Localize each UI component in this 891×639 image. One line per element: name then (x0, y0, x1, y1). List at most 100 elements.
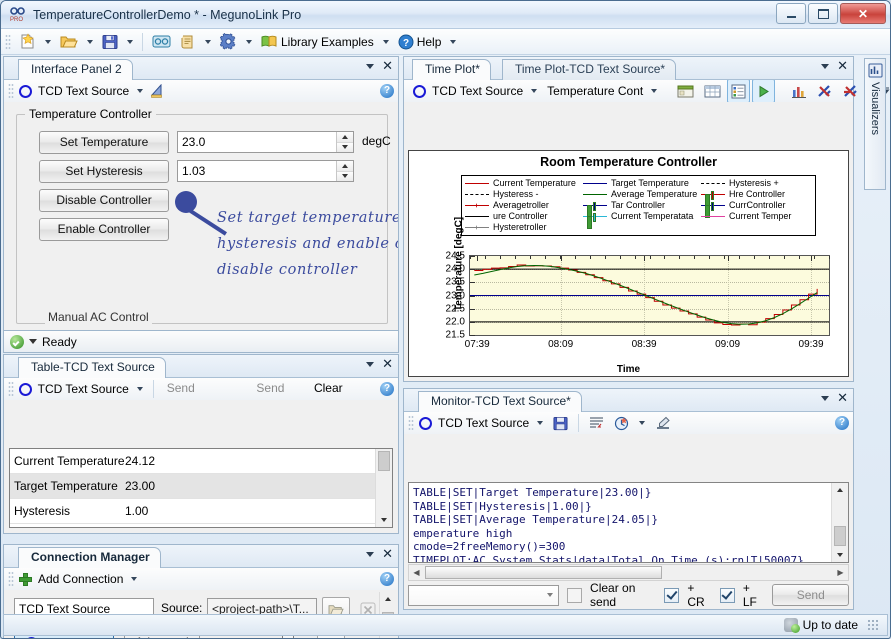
run-play-button[interactable] (752, 79, 775, 103)
connection-panel-close-icon[interactable]: ✕ (382, 548, 393, 560)
table-row[interactable]: Current Temperature 24.12 (10, 449, 392, 474)
panel-close-icon[interactable]: ✕ (382, 60, 393, 72)
table-panel-menu-icon[interactable] (366, 362, 374, 367)
set-hysteresis-button[interactable]: Set Hysteresis (39, 160, 169, 183)
table-row[interactable]: Target Temperature 23.00 (10, 474, 392, 499)
scroll-down-arrow-icon[interactable] (376, 513, 392, 527)
maximize-button[interactable] (808, 3, 838, 24)
report-caret[interactable] (205, 40, 211, 44)
help-button[interactable]: ? Help (394, 30, 446, 54)
monitor-log-text[interactable]: TABLE|SET|Target Temperature|23.00|} TAB… (408, 482, 849, 563)
table-help-icon[interactable]: ? (380, 382, 394, 396)
plot-properties-button[interactable] (673, 79, 698, 103)
status-menu-caret[interactable] (29, 339, 37, 344)
plot-series-caret[interactable] (651, 89, 657, 93)
clear-series-button[interactable] (813, 79, 837, 103)
temperature-spin-up[interactable] (337, 132, 353, 143)
scroll-left-arrow-icon[interactable]: ◀ (409, 565, 424, 580)
bar-chart-button[interactable] (787, 79, 811, 103)
connection-toolbar-grip[interactable] (8, 571, 14, 587)
monitor-toolbar-grip[interactable] (408, 415, 414, 431)
connection-help-icon[interactable]: ? (380, 572, 394, 586)
enable-controller-button[interactable]: Enable Controller (39, 218, 169, 241)
serial-monitor-button[interactable] (148, 30, 175, 54)
ruler-designer-icon[interactable] (149, 84, 165, 98)
series-list-button[interactable] (727, 79, 750, 103)
word-wrap-button[interactable] (585, 411, 608, 435)
open-project-caret[interactable] (87, 40, 93, 44)
temperature-spinner[interactable] (336, 132, 353, 152)
settings-button[interactable] (216, 30, 241, 54)
table-panel-close-icon[interactable]: ✕ (382, 358, 393, 370)
hysteresis-spinner[interactable] (336, 161, 353, 181)
chart-plot-area[interactable]: 21.522.022.523.023.524.024.5 07:3908:090… (469, 255, 830, 336)
temperature-input[interactable] (178, 134, 336, 150)
panel-menu-icon[interactable] (366, 64, 374, 69)
new-project-button[interactable] (15, 30, 40, 54)
clear-monitor-button[interactable] (651, 411, 675, 435)
settings-caret[interactable] (246, 40, 252, 44)
scrollbar-thumb[interactable] (834, 526, 846, 546)
send-combo-caret[interactable] (542, 593, 558, 597)
monitor-panel-close-icon[interactable]: ✕ (837, 392, 848, 404)
scroll-up-arrow-icon[interactable] (380, 592, 396, 606)
tab-connection-manager[interactable]: Connection Manager (18, 547, 161, 568)
table-toolbar-grip[interactable] (8, 381, 14, 397)
scroll-down-arrow-icon[interactable] (832, 548, 848, 562)
report-button[interactable] (176, 30, 200, 54)
clear-on-send-checkbox[interactable] (567, 588, 582, 603)
resize-grip-icon[interactable] (867, 619, 879, 631)
visualizers-tab[interactable]: Visualizers (864, 58, 886, 190)
table-vertical-scrollbar[interactable] (375, 449, 392, 527)
monitor-source-caret[interactable] (537, 421, 543, 425)
plot-series-selector[interactable]: Temperature Cont (547, 84, 643, 98)
help-caret[interactable] (450, 40, 456, 44)
monitor-horizontal-scrollbar[interactable]: ◀ ▶ (408, 564, 849, 581)
tab-monitor-tcd-text-source[interactable]: Monitor-TCD Text Source* (418, 391, 582, 412)
new-project-caret[interactable] (45, 40, 51, 44)
open-project-button[interactable] (56, 30, 82, 54)
help-icon[interactable]: ? (380, 84, 394, 98)
temperature-spin-down[interactable] (337, 143, 353, 153)
set-temperature-button[interactable]: Set Temperature (39, 131, 169, 154)
send-selected-button[interactable]: Send Selected (160, 378, 248, 400)
send-button[interactable]: Send (772, 584, 849, 606)
connection-panel-menu-icon[interactable] (366, 552, 374, 557)
panel-toolbar-grip[interactable] (8, 83, 14, 99)
disable-controller-button[interactable]: Disable Controller (39, 189, 169, 212)
lf-checkbox[interactable] (720, 588, 735, 603)
minimize-button[interactable] (776, 3, 806, 24)
scrollbar-thumb[interactable] (378, 451, 390, 471)
add-connection-label[interactable]: Add Connection (38, 572, 123, 586)
table-source-caret[interactable] (137, 387, 143, 391)
clear-table-button[interactable]: Clear Table (307, 378, 378, 400)
tab-time-plot-tcd-text-source[interactable]: Time Plot-TCD Text Source* (502, 59, 676, 80)
timestamp-caret[interactable] (639, 421, 645, 425)
close-button[interactable]: ✕ (840, 3, 886, 24)
tab-time-plot[interactable]: Time Plot* (412, 59, 491, 80)
timestamp-button[interactable] (610, 411, 633, 435)
save-log-button[interactable] (549, 411, 572, 435)
hysteresis-input[interactable] (178, 163, 336, 179)
tab-interface-panel-2[interactable]: Interface Panel 2 (18, 59, 133, 80)
library-examples-caret[interactable] (383, 40, 389, 44)
send-all-button[interactable]: Send All (249, 378, 305, 400)
library-examples-button[interactable]: Library Examples (257, 30, 378, 54)
scroll-up-arrow-icon[interactable] (832, 483, 848, 497)
time-plot-chart[interactable]: Room Temperature Controller Current Temp… (408, 150, 849, 377)
scroll-right-arrow-icon[interactable]: ▶ (833, 565, 848, 580)
toolbar-grip[interactable] (5, 34, 11, 50)
save-project-button[interactable] (98, 30, 122, 54)
monitor-panel-menu-icon[interactable] (821, 396, 829, 401)
save-project-caret[interactable] (127, 40, 133, 44)
hscrollbar-thumb[interactable] (425, 566, 662, 579)
add-connection-caret[interactable] (131, 577, 137, 581)
cr-checkbox[interactable] (664, 588, 679, 603)
hysteresis-spin-down[interactable] (337, 172, 353, 182)
monitor-vertical-scrollbar[interactable] (831, 483, 848, 562)
send-command-combo[interactable] (408, 585, 559, 606)
monitor-help-icon[interactable]: ? (835, 416, 849, 430)
data-table-button[interactable] (700, 79, 725, 103)
table-row[interactable]: Hysteresis 1.00 (10, 499, 392, 524)
interface-source-caret[interactable] (137, 89, 143, 93)
